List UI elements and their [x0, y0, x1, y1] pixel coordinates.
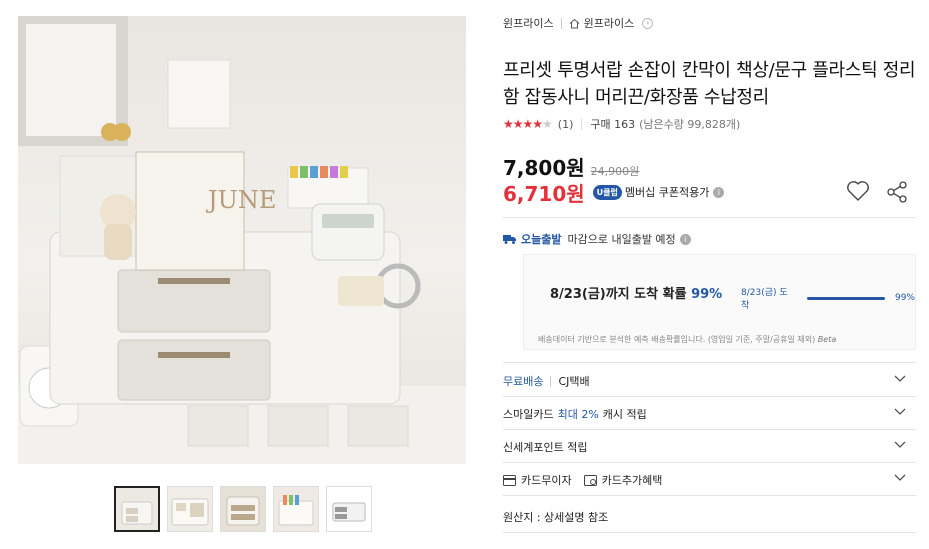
probability-mini-percent: 99% [894, 293, 915, 303]
desk-organizer-photo: JUNE [18, 16, 466, 464]
card-benefit-label: 카드추가혜택 [601, 474, 663, 487]
probability-mini-label: 8/23(금) 도착 [741, 288, 788, 311]
probability-note: 배송데이터 기반으로 분석한 예측 배송확률입니다. (영업일 기준, 주말/공… [538, 334, 836, 345]
organizer-thumb-3-icon [221, 487, 265, 531]
probability-note-text: 배송데이터 기반으로 분석한 예측 배송확률입니다. (영업일 기준, 주말/공… [538, 335, 816, 344]
card-gift-icon [583, 474, 597, 486]
probability-bar [807, 296, 885, 300]
share-icon[interactable] [885, 180, 909, 204]
probability-headline: 8/23(금)까지 도착 확률 99% [550, 283, 722, 302]
row-divider [550, 375, 552, 387]
row-divider-line [503, 396, 916, 397]
organizer-thumb-5-icon [327, 487, 371, 531]
smilecard-label: 스마일카드 [503, 408, 554, 421]
original-price: 24,900원 [590, 165, 640, 178]
chevron-down-icon[interactable] [894, 375, 906, 383]
remaining-stock: (남은수량 99,828개) [639, 118, 741, 131]
shinsegae-label: 신세계포인트 적립 [503, 441, 588, 454]
sale-price-row: 6,710원 U클럽 멤버십 쿠폰적용가 i [503, 179, 725, 206]
membership-coupon-label: 멤버십 쿠폰적용가 [624, 186, 710, 199]
thumbnail-5[interactable] [326, 486, 372, 532]
shipping-option-row[interactable]: 무료배송 CJ택배 [503, 371, 916, 391]
review-count-link[interactable]: (1) [558, 118, 574, 131]
info-icon[interactable]: i [713, 186, 725, 198]
main-product-image[interactable]: JUNE [18, 16, 466, 464]
shipping-carrier: CJ택배 [558, 375, 590, 388]
credit-card-icon [503, 474, 516, 486]
truck-icon [503, 235, 516, 244]
thumbnail-strip [114, 486, 372, 532]
star-rating-icon: ★★★★★ [503, 117, 553, 131]
member-sale-price: 6,710원 [503, 181, 585, 206]
organizer-thumb-1-icon [116, 488, 158, 530]
organizer-thumb-2-icon [168, 487, 212, 531]
delivery-row: 오늘출발 마감으로 내일출발 예정 i [503, 232, 691, 246]
today-shipping-label: 오늘출발 [521, 233, 562, 246]
breadcrumb-divider [560, 17, 562, 29]
card-installment-label: 카드무이자 [521, 474, 572, 487]
probability-mini-chart: 8/23(금) 도착 99% [741, 285, 915, 311]
thumbnail-2[interactable] [167, 486, 213, 532]
home-icon [569, 18, 579, 28]
section-divider [503, 217, 916, 218]
row-divider-line [503, 429, 916, 430]
chevron-down-icon[interactable] [894, 474, 906, 482]
chevron-down-icon[interactable] [894, 441, 906, 449]
heart-icon[interactable] [846, 180, 870, 202]
seller-link[interactable]: 윈프라이스 [503, 15, 554, 31]
section-divider [503, 362, 916, 363]
seller-home-label: 윈프라이스 [583, 17, 635, 30]
probability-prefix: 8/23(금)까지 도착 확률 [550, 287, 687, 302]
beta-label: Beta [817, 335, 837, 344]
smilecard-highlight: 최대 2% [557, 408, 599, 421]
product-title: 프리셋 투명서랍 손잡이 칸막이 책상/문구 플라스틱 정리함 잡동사니 머리끈… [503, 60, 916, 108]
smilecard-suffix: 캐시 적립 [602, 408, 647, 421]
svg-text:JUNE: JUNE [205, 186, 276, 214]
chevron-down-icon[interactable] [894, 408, 906, 416]
delivery-probability-box: 8/23(금)까지 도착 확률 99% 8/23(금) 도착 99% 배송데이터… [523, 254, 916, 350]
smilecard-row[interactable]: 스마일카드 최대 2% 캐시 적립 [503, 404, 916, 424]
thumbnail-4[interactable] [273, 486, 319, 532]
shinsegae-point-row[interactable]: 신세계포인트 적립 [503, 437, 916, 457]
rating-divider [581, 118, 583, 130]
rating-row: ★★★★★ (1) 구매 163 (남은수량 99,828개) [503, 117, 740, 131]
row-divider-line [503, 462, 916, 463]
organizer-thumb-4-icon [274, 487, 318, 531]
row-divider-line [503, 532, 916, 533]
purchase-count: 구매 163 [590, 118, 636, 131]
seller-home-link[interactable]: 윈프라이스 › [569, 15, 654, 31]
free-shipping-label: 무료배송 [503, 375, 544, 388]
card-benefit-row[interactable]: 카드무이자 카드추가혜택 [503, 470, 916, 490]
uclub-badge: U클럽 [592, 184, 622, 200]
info-icon[interactable]: i [679, 233, 691, 245]
chevron-right-circle-icon: › [642, 17, 654, 29]
thumbnail-1[interactable] [114, 486, 160, 532]
breadcrumb: 윈프라이스 윈프라이스 › [503, 15, 654, 31]
origin-info: 원산지 : 상세설명 참조 [503, 511, 609, 524]
row-divider-line [503, 495, 916, 496]
delivery-deadline: 마감으로 내일출발 예정 [567, 233, 676, 246]
thumbnail-3[interactable] [220, 486, 266, 532]
probability-percent: 99% [691, 287, 723, 302]
